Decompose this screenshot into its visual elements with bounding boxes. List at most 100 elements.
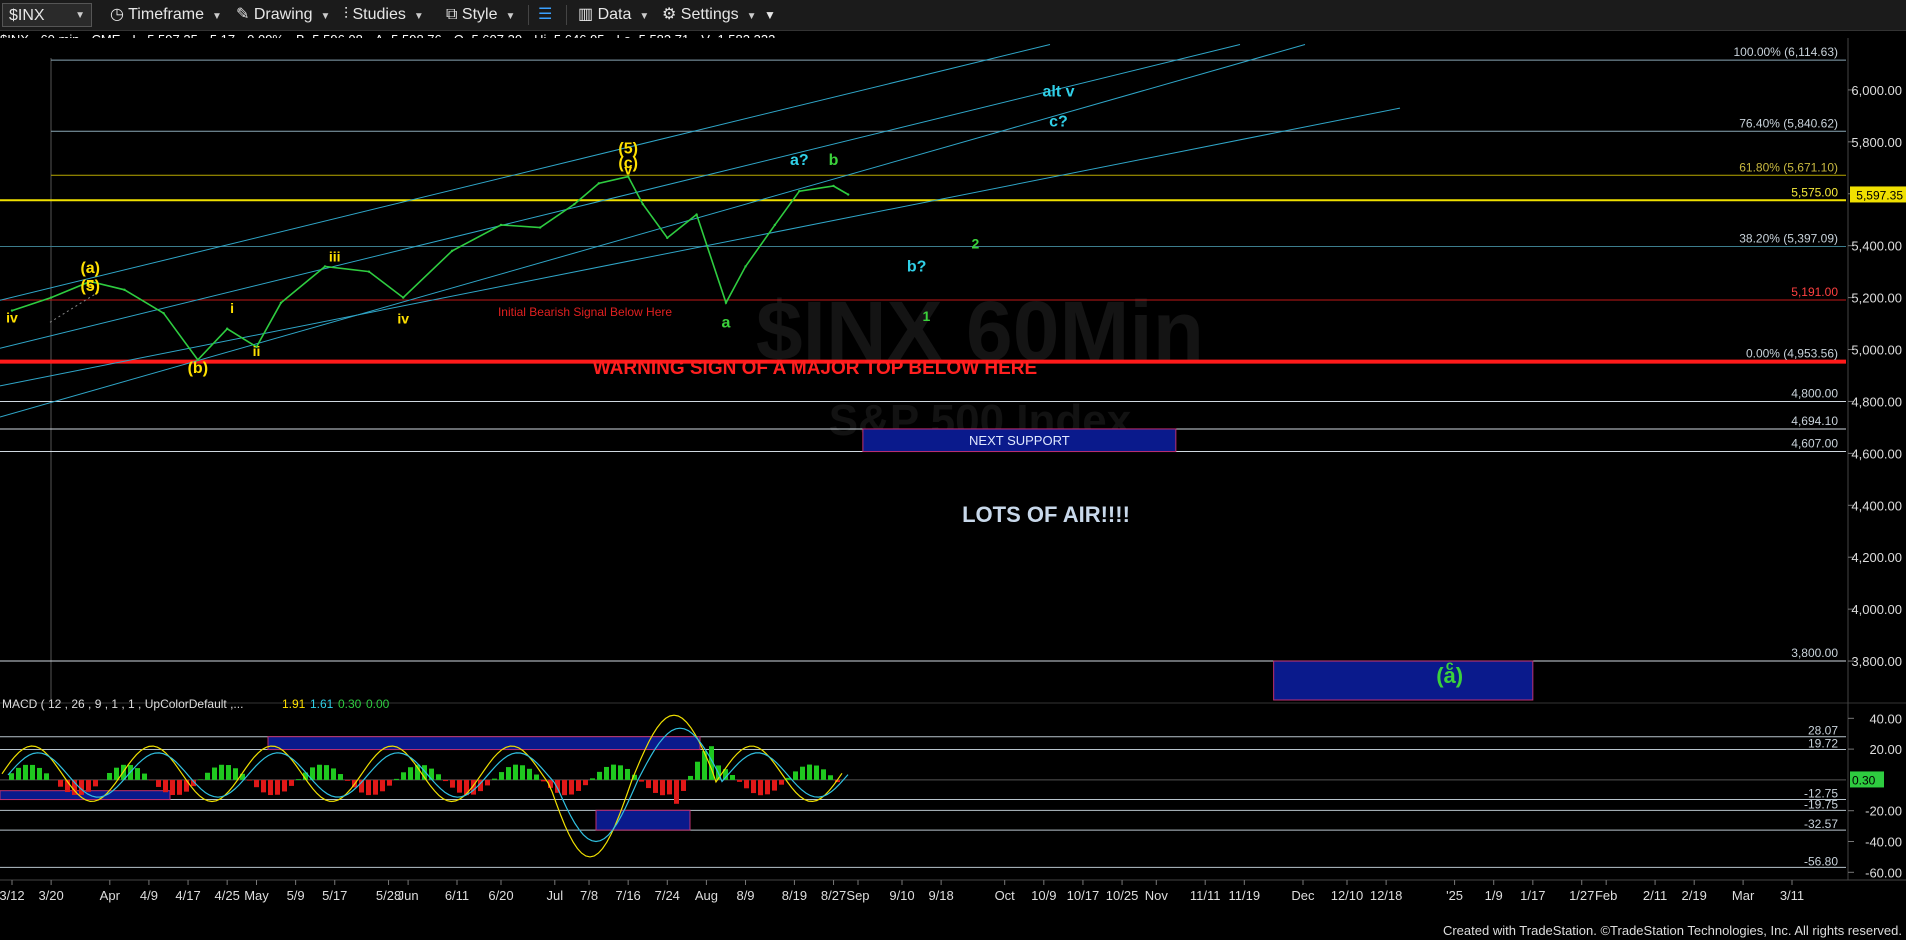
macd-histogram-bar xyxy=(499,772,504,780)
macd-histogram-bar xyxy=(261,779,266,793)
macd-histogram-bar xyxy=(492,778,497,780)
macd-histogram-bar xyxy=(653,779,658,793)
macd-histogram-bar xyxy=(86,779,91,792)
y-tick-label: 4,200.00 xyxy=(1851,550,1902,565)
macd-histogram-bar xyxy=(485,779,490,786)
price-point xyxy=(666,236,669,240)
macd-histogram-bar xyxy=(380,779,385,792)
x-tick-label: Sep xyxy=(846,888,869,903)
macd-histogram-bar xyxy=(569,779,574,795)
macd-value: 1.91 xyxy=(282,697,306,711)
x-tick-label: 12/18 xyxy=(1370,888,1403,903)
x-tick-label: 3/20 xyxy=(38,888,63,903)
macd-histogram-bar xyxy=(296,779,301,780)
wave-label: 1 xyxy=(923,308,931,324)
macd-histogram-bar xyxy=(625,768,630,780)
macd-histogram-bar xyxy=(590,778,595,780)
y-tick-label: 4,400.00 xyxy=(1851,498,1902,513)
price-point xyxy=(724,301,728,304)
macd-histogram-bar xyxy=(702,751,707,780)
x-tick-label: Jul xyxy=(546,888,563,903)
x-tick-label: 9/18 xyxy=(928,888,953,903)
x-tick-label: 5/17 xyxy=(322,888,347,903)
x-tick-label: Nov xyxy=(1145,888,1169,903)
macd-histogram-bar xyxy=(373,779,378,795)
x-tick-label: 6/11 xyxy=(445,888,469,903)
x-tick-label: 10/17 xyxy=(1067,888,1100,903)
x-tick-label: Feb xyxy=(1595,888,1617,903)
macd-histogram-bar xyxy=(527,768,532,780)
y-tick-label: 4,800.00 xyxy=(1851,394,1902,409)
macd-histogram-bar xyxy=(758,779,763,796)
macd-histogram-bar xyxy=(772,779,777,791)
x-tick-label: 2/19 xyxy=(1682,888,1707,903)
macd-histogram-bar xyxy=(282,779,287,792)
macd-histogram-bar xyxy=(667,779,672,795)
wave-label: iv xyxy=(397,311,409,327)
macd-title: MACD ( 12 , 26 , 9 , 1 , 1 , UpColorDefa… xyxy=(2,697,243,711)
macd-histogram-bar xyxy=(730,775,735,780)
macd-histogram-bar xyxy=(457,779,462,793)
macd-histogram-bar xyxy=(401,772,406,780)
macd-current-label: 0.30 xyxy=(1852,773,1876,787)
macd-histogram-bar xyxy=(16,767,21,780)
price-point xyxy=(744,265,747,268)
macd-histogram-bar xyxy=(674,779,679,804)
x-tick-label: 11/11 xyxy=(1190,888,1221,903)
macd-y-tick-label: -20.00 xyxy=(1865,804,1902,819)
level-label: 4,607.00 xyxy=(1791,437,1838,451)
macd-value: 1.61 xyxy=(310,697,334,711)
macd-level-label: -56.80 xyxy=(1804,854,1838,868)
y-tick-label: 6,000.00 xyxy=(1851,83,1902,98)
y-tick-label: 4,000.00 xyxy=(1851,602,1902,617)
macd-histogram-bar xyxy=(289,779,294,786)
macd-level-label: -32.57 xyxy=(1804,817,1838,831)
macd-histogram-bar xyxy=(807,764,812,780)
bearish-signal-note: Initial Bearish Signal Below Here xyxy=(498,305,672,319)
x-tick-label: 3/11 xyxy=(1780,888,1804,903)
macd-histogram-bar xyxy=(513,764,518,780)
y-tick-label: 5,000.00 xyxy=(1851,343,1902,358)
macd-histogram-bar xyxy=(821,769,826,780)
y-tick-label: 5,400.00 xyxy=(1851,239,1902,254)
copyright-footer: Created with TradeStation. ©TradeStation… xyxy=(1442,923,1902,938)
x-tick-label: Dec xyxy=(1291,888,1315,903)
macd-histogram-bar xyxy=(800,766,805,780)
macd-histogram-bar xyxy=(107,772,112,780)
x-tick-label: 1/9 xyxy=(1485,888,1503,903)
x-tick-label: 3/12 xyxy=(0,888,25,903)
x-tick-label: 1/17 xyxy=(1520,888,1545,903)
wave-label: i xyxy=(230,300,234,316)
macd-histogram-bar xyxy=(660,779,665,796)
macd-histogram-bar xyxy=(695,761,700,780)
macd-histogram-bar xyxy=(44,773,49,780)
macd-y-tick-label: 40.00 xyxy=(1869,711,1902,726)
wave-label: ii xyxy=(253,343,261,359)
macd-histogram-bar xyxy=(646,779,651,789)
price-point xyxy=(798,189,801,193)
price-point xyxy=(773,223,777,227)
macd-histogram-bar xyxy=(170,779,175,796)
macd-histogram-bar xyxy=(408,767,413,780)
macd-level-label: -19.75 xyxy=(1804,797,1838,811)
macd-histogram-bar xyxy=(331,768,336,780)
macd-histogram-bar xyxy=(254,779,259,788)
macd-histogram-bar xyxy=(9,773,14,780)
price-chart[interactable]: $INX 60MinS&P 500 Index6,000.005,800.005… xyxy=(0,0,1906,940)
price-point xyxy=(695,213,698,216)
x-tick-label: 1/27 xyxy=(1569,888,1594,903)
x-tick-label: 4/17 xyxy=(175,888,200,903)
price-point xyxy=(499,223,503,227)
macd-y-tick-label: -60.00 xyxy=(1865,865,1902,880)
price-point xyxy=(573,202,576,206)
x-tick-label: Apr xyxy=(100,888,121,903)
wave-label: (5) xyxy=(80,278,100,295)
wave-label: a xyxy=(722,314,731,331)
macd-histogram-bar xyxy=(814,765,819,780)
macd-histogram-bar xyxy=(324,765,329,780)
macd-histogram-bar xyxy=(37,767,42,780)
macd-histogram-bar xyxy=(450,779,455,788)
price-point xyxy=(402,296,405,299)
wave-label: a? xyxy=(790,152,809,169)
x-tick-label: May xyxy=(244,888,269,903)
